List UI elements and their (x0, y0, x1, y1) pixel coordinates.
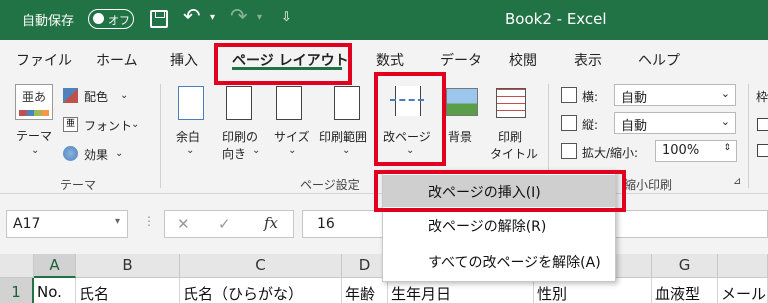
height-select[interactable]: 自動 ⌄ (614, 112, 736, 134)
tab-review[interactable]: 校閲 (509, 50, 537, 70)
document-title: Book2 - Excel (505, 10, 607, 28)
effects-dropdown-icon[interactable]: ⌄ (115, 148, 123, 159)
tab-view[interactable]: 表示 (574, 50, 602, 70)
spinner-icon: ⇕ (723, 143, 731, 153)
undo-dropdown-icon[interactable]: ▾ (210, 12, 215, 23)
chevron-down-icon[interactable]: ⌄ (31, 145, 39, 156)
size-dropdown-icon[interactable]: ⌄ (288, 145, 296, 156)
size-label[interactable]: サイズ (274, 128, 310, 145)
row-header[interactable]: 1 (0, 278, 34, 303)
column-header[interactable]: A (34, 254, 76, 278)
height-value: 自動 (621, 119, 648, 134)
print-area-icon[interactable] (334, 86, 360, 120)
width-label: 横: (582, 90, 599, 104)
scale-input[interactable]: 100% ⇕ (655, 140, 737, 162)
scale-label: 拡大/縮小: (582, 146, 639, 160)
autosave-label: 自動保存 (22, 14, 75, 29)
scale-value: 100% (662, 143, 700, 158)
cell[interactable]: 氏名 (76, 278, 180, 303)
height-icon (561, 115, 577, 131)
themes-group-label: テーマ (60, 178, 97, 192)
tab-help[interactable]: ヘルプ (638, 50, 680, 70)
group-divider (160, 84, 161, 188)
print-titles-label-line1[interactable]: 印刷 (498, 128, 522, 145)
tab-home[interactable]: ホーム (96, 50, 138, 70)
gridlines-print-checkbox[interactable] (757, 144, 768, 157)
drag-handle-icon[interactable]: ⋮ (143, 214, 155, 228)
toggle-knob-icon (93, 13, 104, 24)
page-setup-group-label: ページ設定 (300, 178, 360, 192)
redo-icon[interactable]: ↷ (230, 4, 248, 28)
width-icon (561, 87, 577, 103)
group-divider (748, 84, 749, 188)
background-label[interactable]: 背景 (448, 128, 472, 145)
name-box[interactable]: A17 ▾ (6, 210, 128, 238)
chevron-down-icon: ⌄ (720, 87, 730, 100)
height-label: 縦: (582, 118, 599, 132)
cell[interactable]: 氏名（ひらがな） (180, 278, 342, 303)
highlight-insert-page-break (374, 170, 626, 212)
themes-button-label[interactable]: テーマ (16, 127, 52, 144)
size-icon[interactable] (276, 86, 302, 120)
column-header[interactable]: G (652, 254, 718, 278)
dialog-launcher-icon[interactable]: ⊿ (733, 176, 741, 187)
undo-icon[interactable]: ↶ (183, 4, 201, 28)
margins-label[interactable]: 余白 (176, 128, 200, 145)
background-icon[interactable] (446, 88, 478, 116)
fonts-icon[interactable]: 亜 (63, 117, 78, 132)
cell[interactable]: メール (718, 278, 768, 303)
tab-file[interactable]: ファイル (16, 50, 72, 70)
width-value: 自動 (621, 91, 648, 106)
margins-icon[interactable] (178, 86, 204, 120)
autosave-toggle[interactable]: オフ (88, 9, 134, 29)
themes-icon[interactable]: 亜あ (15, 84, 53, 120)
customize-quick-access-icon[interactable]: ⇩ (281, 10, 292, 25)
print-titles-label-line2[interactable]: タイトル (490, 145, 538, 162)
orientation-label-line1[interactable]: 印刷の (222, 128, 258, 145)
colors-dropdown-icon[interactable]: ⌄ (120, 90, 128, 101)
colors-label[interactable]: 配色 (84, 88, 108, 105)
fonts-dropdown-icon[interactable]: ⌄ (131, 119, 139, 130)
fonts-label[interactable]: フォント (84, 117, 132, 134)
chevron-down-icon: ⌄ (720, 115, 730, 128)
width-select[interactable]: 自動 ⌄ (614, 84, 736, 106)
tab-formulas[interactable]: 数式 (376, 50, 404, 70)
column-header-partial[interactable] (718, 254, 768, 278)
print-titles-icon[interactable] (496, 88, 526, 118)
orientation-label-line2[interactable]: 向き (222, 145, 246, 162)
tab-data[interactable]: データ (440, 50, 482, 70)
scale-icon (561, 143, 577, 159)
cancel-icon[interactable]: ✕ (177, 215, 190, 233)
redo-dropdown-icon[interactable]: ▾ (257, 12, 262, 23)
tab-insert[interactable]: 挿入 (170, 50, 198, 70)
column-header[interactable]: C (180, 254, 342, 278)
name-box-value: A17 (13, 216, 41, 232)
enter-icon[interactable]: ✓ (218, 215, 231, 233)
highlight-page-layout-tab (214, 43, 352, 85)
formula-buttons: ✕ ✓ fx (164, 210, 294, 238)
gridlines-view-checkbox[interactable] (757, 118, 768, 131)
orientation-icon[interactable] (226, 86, 252, 120)
select-all-corner[interactable] (0, 254, 34, 278)
print-area-label[interactable]: 印刷範囲 (319, 128, 367, 145)
highlight-breaks-button (374, 72, 446, 166)
print-area-dropdown-icon[interactable]: ⌄ (342, 145, 350, 156)
cell[interactable]: 血液型 (652, 278, 718, 303)
reset-all-page-breaks-item[interactable]: すべての改ページを解除(A) (383, 245, 615, 277)
effects-icon[interactable] (63, 146, 78, 161)
autosave-state: オフ (108, 14, 130, 27)
remove-page-break-item[interactable]: 改ページの解除(R) (383, 209, 615, 241)
chevron-down-icon: ▾ (114, 216, 120, 227)
sheet-options-label: 枠 (756, 90, 768, 104)
colors-icon[interactable] (63, 88, 78, 103)
margins-dropdown-icon[interactable]: ⌄ (186, 145, 194, 156)
insert-function-icon[interactable]: fx (264, 214, 278, 232)
effects-label[interactable]: 効果 (84, 146, 108, 163)
orientation-dropdown-icon[interactable]: ⌄ (252, 145, 260, 156)
title-bar: 自動保存 オフ ↶ ▾ ↷ ▾ ⇩ Book2 - Excel (0, 0, 768, 40)
scale-to-fit-group-label: 縮小印刷 (624, 178, 673, 192)
cell[interactable]: No. (34, 278, 76, 303)
save-icon[interactable] (150, 10, 168, 28)
column-header[interactable]: B (76, 254, 180, 278)
